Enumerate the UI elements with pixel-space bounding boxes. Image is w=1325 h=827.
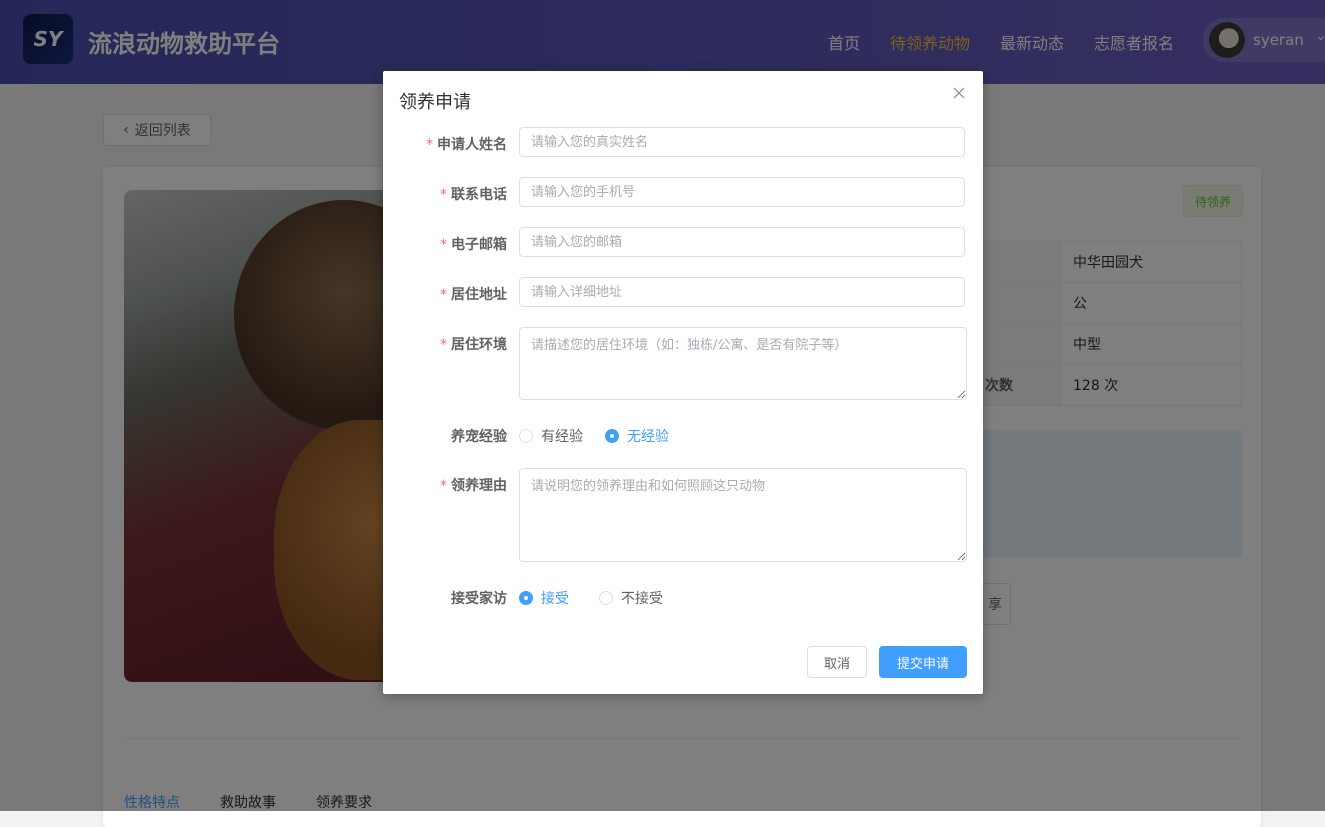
address-label: * 居住地址: [440, 284, 507, 304]
email-label-text: 电子邮箱: [451, 237, 507, 253]
radio-accept[interactable]: 接受: [519, 588, 569, 608]
required-mark: *: [440, 187, 447, 203]
adoption-reason-textarea[interactable]: [519, 468, 967, 562]
environment-label-text: 居住环境: [451, 337, 507, 353]
dialog-title: 领养申请: [399, 92, 471, 113]
address-label-text: 居住地址: [451, 287, 507, 303]
reason-label-text: 领养理由: [451, 478, 507, 494]
close-icon[interactable]: [951, 85, 967, 101]
required-mark: *: [426, 137, 433, 153]
radio-label: 有经验: [541, 429, 583, 445]
experience-label: 养宠经验: [451, 429, 507, 445]
radio-label: 不接受: [621, 591, 663, 607]
required-mark: *: [440, 478, 447, 494]
radio-no-experience[interactable]: 无经验: [605, 426, 669, 446]
name-label-text: 申请人姓名: [437, 137, 507, 153]
radio-circle[interactable]: [599, 591, 613, 605]
submit-application-button[interactable]: 提交申请: [879, 646, 967, 678]
radio-circle-checked[interactable]: [605, 429, 619, 443]
home-visit-radio-group: 接受 不接受: [519, 588, 663, 608]
phone-label: * 联系电话: [440, 184, 507, 204]
home-visit-label: 接受家访: [451, 591, 507, 607]
radio-has-experience[interactable]: 有经验: [519, 426, 583, 446]
required-mark: *: [440, 237, 447, 253]
living-environment-textarea[interactable]: [519, 327, 967, 400]
reason-label: * 领养理由: [440, 475, 507, 495]
phone-label-text: 联系电话: [451, 187, 507, 203]
email-input[interactable]: [519, 227, 965, 257]
adoption-application-dialog: 领养申请 *申请人姓名 *联系电话 *电子邮箱 *居住地址 *居住环境 养宠经验…: [383, 71, 983, 694]
cancel-button[interactable]: 取消: [807, 646, 867, 678]
radio-decline[interactable]: 不接受: [599, 588, 663, 608]
environment-label: * 居住环境: [440, 334, 507, 354]
radio-label: 接受: [541, 591, 569, 607]
email-label: * 电子邮箱: [440, 234, 507, 254]
address-input[interactable]: [519, 277, 965, 307]
radio-circle-checked[interactable]: [519, 591, 533, 605]
phone-input[interactable]: [519, 177, 965, 207]
radio-circle[interactable]: [519, 429, 533, 443]
name-label: * 申请人姓名: [426, 134, 507, 154]
radio-label: 无经验: [627, 429, 669, 445]
required-mark: *: [440, 337, 447, 353]
applicant-name-input[interactable]: [519, 127, 965, 157]
experience-radio-group: 有经验 无经验: [519, 426, 669, 446]
required-mark: *: [440, 287, 447, 303]
